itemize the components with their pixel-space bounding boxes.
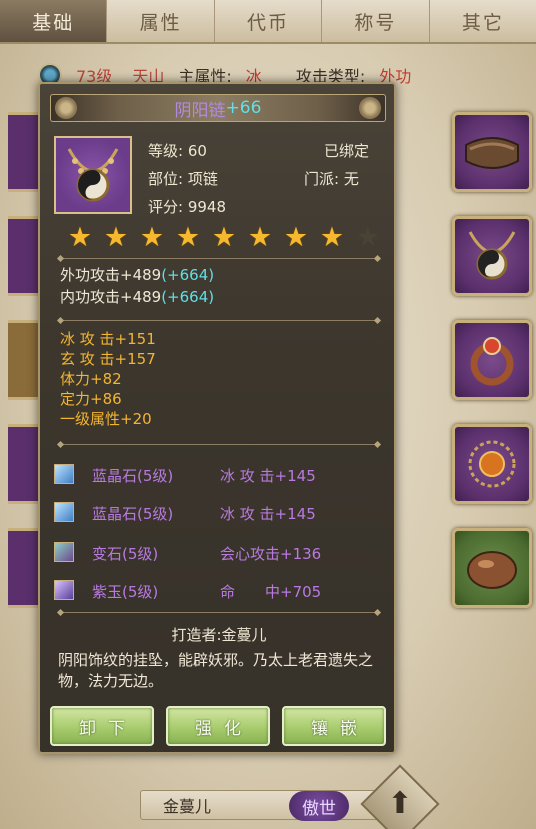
item-score: 评分: 9948	[148, 198, 226, 216]
equip-slot-bracer[interactable]	[452, 112, 532, 192]
gem-socket-row: 蓝晶石(5级) 冰 攻 击+145	[54, 500, 384, 526]
item-name: 阴阳链	[174, 100, 226, 121]
alexandrite-gem-icon	[54, 542, 74, 562]
item-detail-panel: 阴阳链 +66 等级: 60 已绑定 部位: 项链 门派: 无 评分: 9948…	[38, 82, 396, 754]
gem-socket-row: 蓝晶石(5级) 冰 攻 击+145	[54, 462, 384, 488]
extra-stat-line: 体力+82	[60, 370, 122, 388]
divider	[60, 320, 378, 321]
ornament-icon	[359, 97, 381, 119]
star-filled-icon: ★	[319, 222, 345, 253]
extra-stat-line: 一级属性+20	[60, 410, 152, 428]
tab-basic[interactable]: 基础	[0, 0, 108, 42]
extra-stat-line: 玄 攻 击+157	[60, 350, 156, 368]
star-filled-icon: ★	[103, 222, 129, 253]
star-filled-icon: ★	[175, 222, 201, 253]
bracer-icon	[465, 137, 519, 169]
ornament-icon	[55, 97, 77, 119]
blue-crystal-gem-icon	[54, 464, 74, 484]
amber-stone-icon	[467, 551, 517, 589]
player-name: 金蔓儿	[163, 797, 212, 816]
inlay-button[interactable]: 镶嵌	[282, 706, 386, 746]
star-filled-icon: ★	[211, 222, 237, 253]
title-badge: 傲世	[289, 791, 349, 821]
amber-pendant-icon	[468, 440, 516, 488]
item-level: 等级: 60	[148, 142, 207, 160]
blue-crystal-gem-icon	[54, 502, 74, 522]
unequip-button[interactable]: 卸下	[50, 706, 154, 746]
equip-slot-necklace[interactable]	[452, 216, 532, 296]
purple-jade-gem-icon	[54, 580, 74, 600]
gem-socket-row: 紫玉(5级) 命 中+705	[54, 578, 384, 604]
tab-attributes[interactable]: 属性	[107, 0, 215, 42]
enhance-button[interactable]: 强化	[166, 706, 270, 746]
up-arrow-icon: ⬆	[387, 786, 413, 821]
item-maker: 打造者:金蔓儿	[171, 626, 267, 644]
star-filled-icon: ★	[67, 222, 93, 253]
ring-icon	[470, 337, 514, 386]
item-description: 阴阳饰纹的挂坠，能辟妖邪。乃太上老君遗失之物，法力无边。	[58, 651, 374, 690]
item-bound-status: 已绑定	[324, 142, 370, 160]
equip-slot-pendant[interactable]	[452, 424, 532, 504]
yin-yang-necklace-icon	[468, 231, 516, 280]
star-filled-icon: ★	[139, 222, 165, 253]
divider	[60, 612, 378, 613]
equip-slot-stone[interactable]	[452, 528, 532, 608]
player-name-bar: 金蔓儿 傲世	[140, 790, 380, 821]
equip-slot-ring[interactable]	[452, 320, 532, 400]
star-empty-icon: ★	[355, 222, 381, 253]
item-slot: 部位: 项链	[148, 170, 218, 188]
extra-stat-line: 冰 攻 击+151	[60, 330, 156, 348]
yin-yang-necklace-icon	[67, 148, 119, 202]
tab-other[interactable]: 其它	[430, 0, 536, 42]
item-enhance-level: +66	[225, 98, 262, 118]
category-tabs: 基础 属性 代币 称号 其它	[0, 0, 536, 44]
item-title-bar: 阴阳链 +66	[50, 94, 386, 122]
divider	[60, 444, 378, 445]
item-sect: 门派: 无	[304, 170, 359, 188]
tab-tokens[interactable]: 代币	[215, 0, 323, 42]
gem-socket-row: 变石(5级) 会心攻击+136	[54, 540, 384, 566]
extra-stat-line: 定力+86	[60, 390, 122, 408]
attack-stat-line: 外功攻击+489(+664)	[60, 266, 215, 284]
star-filled-icon: ★	[247, 222, 273, 253]
item-icon	[54, 136, 132, 214]
divider	[60, 258, 378, 259]
star-filled-icon: ★	[283, 222, 309, 253]
tab-titles[interactable]: 称号	[322, 0, 430, 42]
attack-stat-line: 内功攻击+489(+664)	[60, 288, 215, 306]
item-star-rating: ★ ★ ★ ★ ★ ★ ★ ★ ★	[66, 224, 382, 252]
